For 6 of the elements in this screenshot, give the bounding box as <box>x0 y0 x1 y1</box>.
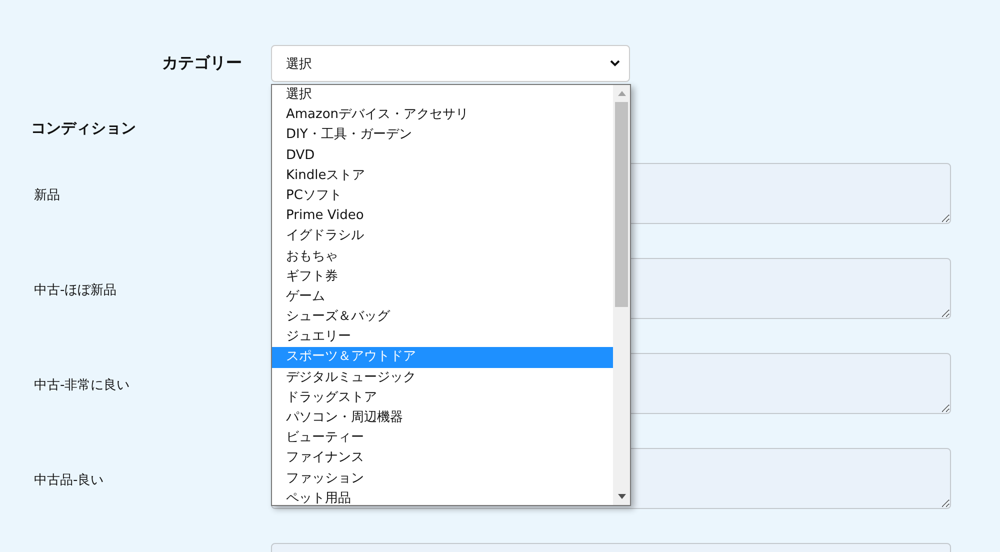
condition-heading: コンディション <box>31 119 136 138</box>
condition-label: 中古品-良い <box>34 472 104 488</box>
category-label: カテゴリー <box>162 53 242 74</box>
condition-label: 中古-非常に良い <box>34 378 130 392</box>
condition-label: 新品 <box>34 188 60 202</box>
condition-label: 中古-ほぼ新品 <box>34 282 117 298</box>
